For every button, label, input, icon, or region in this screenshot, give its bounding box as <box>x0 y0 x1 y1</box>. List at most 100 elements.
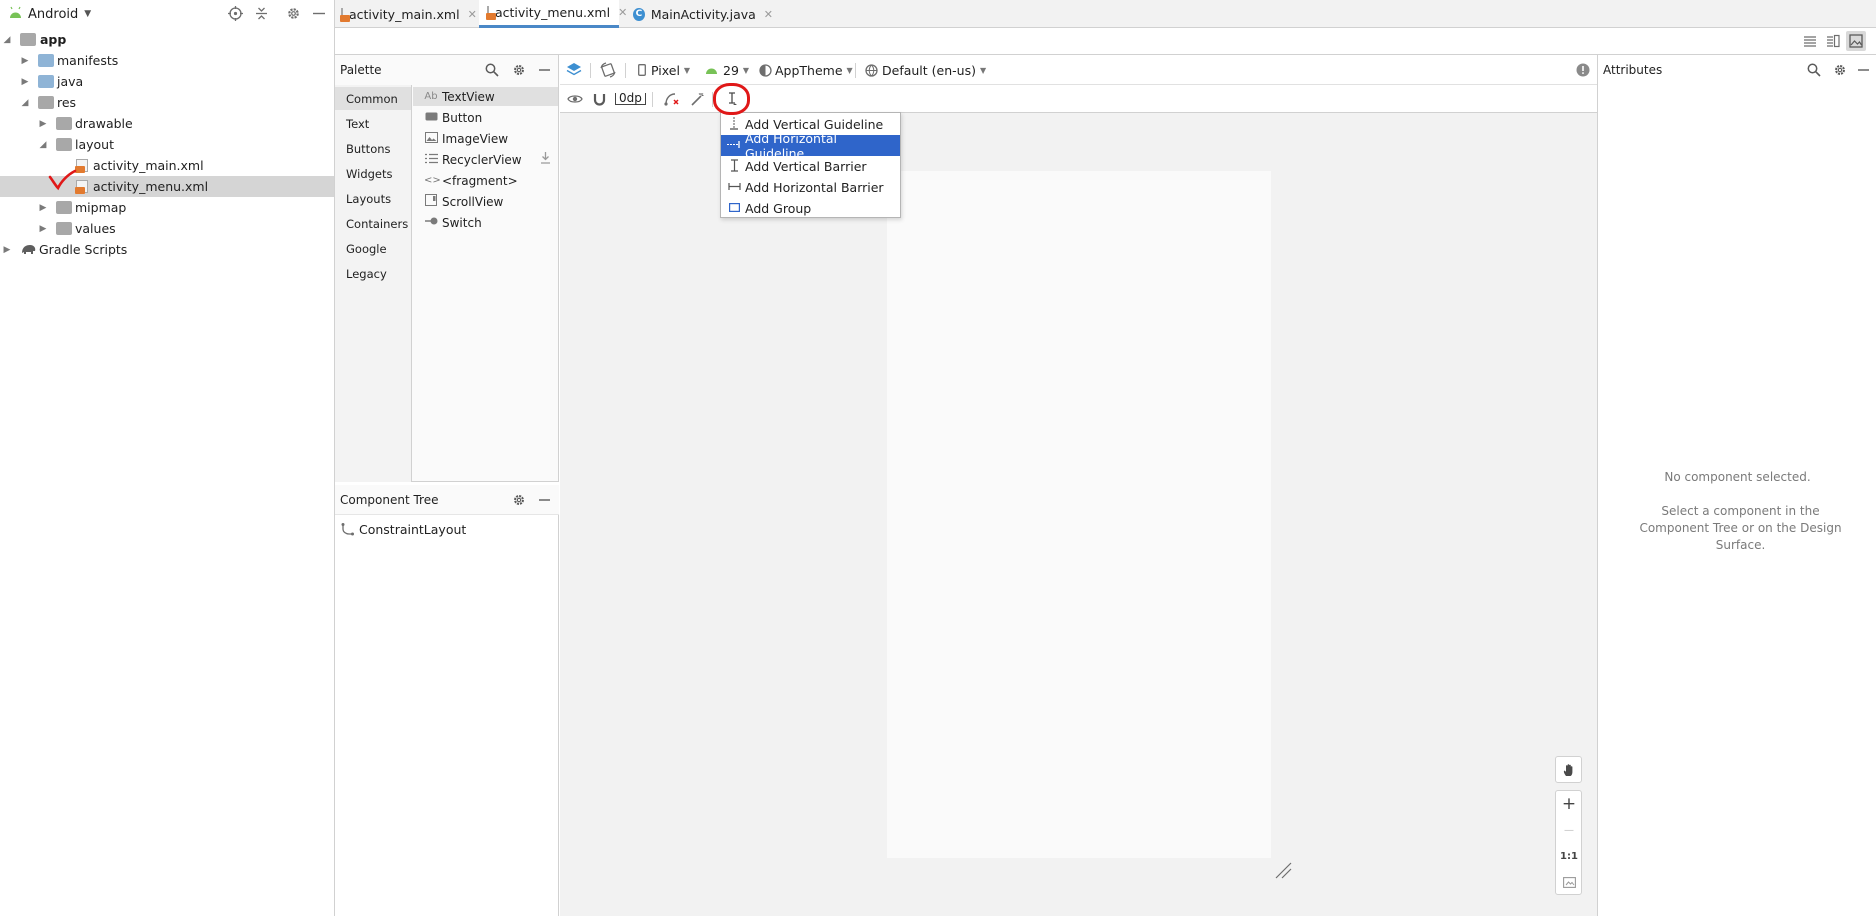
close-icon[interactable]: ✕ <box>468 8 477 21</box>
android-icon <box>8 6 23 23</box>
project-view-selector[interactable]: Android <box>28 7 78 22</box>
design-view-icon[interactable] <box>1846 31 1866 51</box>
tab-main-activity[interactable]: C MainActivity.java ✕ <box>633 0 773 28</box>
zoom-to-fit-icon[interactable] <box>1556 869 1582 895</box>
clear-constraints-icon[interactable] <box>664 85 680 113</box>
palette-category-google[interactable]: Google <box>335 237 411 260</box>
design-toolbar: Pixel ▼ 29 ▼ AppTheme ▼ Default (en-us) … <box>560 55 1597 85</box>
warning-icon[interactable] <box>1576 55 1590 85</box>
close-icon[interactable]: ✕ <box>764 8 773 21</box>
zoom-actual-size-button[interactable]: 1:1 <box>1556 843 1582 869</box>
hide-icon[interactable] <box>538 63 551 77</box>
chevron-down-icon[interactable]: ▼ <box>84 9 91 19</box>
layers-icon[interactable] <box>566 55 582 85</box>
tab-activity-main[interactable]: activity_main.xml ✕ <box>340 0 477 28</box>
magnet-icon[interactable] <box>593 85 606 113</box>
download-icon[interactable] <box>540 152 551 164</box>
search-icon[interactable] <box>485 63 499 77</box>
palette-category-legacy[interactable]: Legacy <box>335 262 411 285</box>
gear-icon[interactable] <box>512 493 526 507</box>
gear-icon[interactable] <box>1833 63 1847 77</box>
expand-arrow-icon[interactable]: ◢ <box>19 98 31 108</box>
collapsed-arrow-icon[interactable]: ▶ <box>1 245 13 255</box>
pan-tool[interactable] <box>1555 756 1582 783</box>
tree-item-res[interactable]: ◢ res <box>0 92 334 113</box>
theme-label: AppTheme <box>775 62 843 78</box>
tree-item-java[interactable]: ▶ java <box>0 71 334 92</box>
collapsed-arrow-icon[interactable]: ▶ <box>37 119 49 129</box>
palette-category-text[interactable]: Text <box>335 112 411 135</box>
device-label: Pixel <box>651 62 680 78</box>
scroll-icon <box>424 194 438 209</box>
tree-item-manifests[interactable]: ▶ manifests <box>0 50 334 71</box>
api-level-selector[interactable]: 29 ▼ <box>705 55 749 85</box>
hide-icon[interactable] <box>538 493 551 507</box>
toolbar-separator <box>590 63 591 78</box>
tab-activity-menu[interactable]: activity_menu.xml ✕ <box>479 0 627 28</box>
collapsed-arrow-icon[interactable]: ▶ <box>37 224 49 234</box>
gear-icon[interactable] <box>286 6 301 21</box>
code-view-icon[interactable] <box>1803 34 1817 48</box>
palette-item-textview[interactable]: Ab TextView <box>413 87 558 106</box>
chevron-down-icon: ▼ <box>846 65 853 75</box>
collapsed-arrow-icon[interactable]: ▶ <box>19 56 31 66</box>
palette-item-imageview[interactable]: ImageView <box>424 129 558 148</box>
hide-icon[interactable] <box>312 6 326 21</box>
palette-item-label: Switch <box>442 215 482 230</box>
device-screen-preview[interactable] <box>887 171 1271 858</box>
infer-constraints-icon[interactable] <box>690 85 705 113</box>
menu-item-add-horizontal-barrier[interactable]: Add Horizontal Barrier <box>721 177 900 198</box>
eye-icon[interactable] <box>567 85 583 113</box>
folder-icon <box>56 117 72 130</box>
palette-category-layouts[interactable]: Layouts <box>335 187 411 210</box>
palette-item-recyclerview[interactable]: RecyclerView <box>424 150 558 169</box>
hand-icon[interactable] <box>1556 757 1582 783</box>
locale-selector[interactable]: Default (en-us) ▼ <box>865 55 986 85</box>
component-tree-root[interactable]: ConstraintLayout <box>341 519 466 539</box>
gear-icon[interactable] <box>512 63 526 77</box>
locale-label: Default (en-us) <box>882 62 976 78</box>
zoom-in-button[interactable]: + <box>1556 791 1582 817</box>
attributes-empty-title: No component selected. <box>1664 470 1811 484</box>
collapse-all-icon[interactable] <box>254 6 269 21</box>
menu-item-add-vertical-barrier[interactable]: Add Vertical Barrier <box>721 156 900 177</box>
tree-item-values[interactable]: ▶ values <box>0 218 334 239</box>
component-tree-title: Component Tree <box>340 492 439 507</box>
theme-selector[interactable]: AppTheme ▼ <box>759 55 853 85</box>
locate-icon[interactable] <box>228 6 243 21</box>
expand-arrow-icon[interactable]: ◢ <box>37 140 49 150</box>
palette-item-scrollview[interactable]: ScrollView <box>424 192 558 211</box>
palette-item-label: Button <box>442 110 483 125</box>
menu-item-add-group[interactable]: Add Group <box>721 198 900 219</box>
editor-mode-bar <box>335 28 1876 55</box>
tree-item-label: layout <box>75 137 115 152</box>
orientation-icon[interactable] <box>600 55 616 85</box>
palette-item-switch[interactable]: Switch <box>424 213 558 232</box>
collapsed-arrow-icon[interactable]: ▶ <box>37 203 49 213</box>
tree-item-layout[interactable]: ◢ layout <box>0 134 334 155</box>
close-icon[interactable]: ✕ <box>618 6 627 19</box>
split-view-icon[interactable] <box>1826 34 1840 48</box>
menu-item-add-horizontal-guideline[interactable]: Add Horizontal Guideline <box>721 131 900 161</box>
search-icon[interactable] <box>1807 63 1821 77</box>
palette-category-widgets[interactable]: Widgets <box>335 162 411 185</box>
vertical-barrier-icon <box>727 158 741 175</box>
hide-icon[interactable] <box>1857 63 1870 77</box>
component-tree-panel: Component Tree ConstraintLayout <box>335 485 559 916</box>
palette-item-fragment[interactable]: <> <fragment> <box>424 171 558 190</box>
palette-category-containers[interactable]: Containers <box>335 212 411 235</box>
palette-category-common[interactable]: Common <box>335 87 411 110</box>
palette-item-button[interactable]: Button <box>424 108 558 127</box>
expand-arrow-icon[interactable]: ◢ <box>1 35 13 45</box>
collapsed-arrow-icon[interactable]: ▶ <box>19 77 31 87</box>
default-margin-field[interactable]: 0dp <box>615 85 646 113</box>
device-selector[interactable]: Pixel ▼ <box>638 55 690 85</box>
folder-icon <box>38 75 54 88</box>
tree-item-drawable[interactable]: ▶ drawable <box>0 113 334 134</box>
tree-item-gradle-scripts[interactable]: ▶ Gradle Scripts <box>0 239 334 260</box>
tree-item-app[interactable]: ◢ app <box>0 29 334 50</box>
resize-handle-icon[interactable] <box>1274 861 1292 879</box>
palette-category-buttons[interactable]: Buttons <box>335 137 411 160</box>
tree-item-mipmap[interactable]: ▶ mipmap <box>0 197 334 218</box>
zoom-out-button[interactable]: — <box>1556 817 1582 843</box>
